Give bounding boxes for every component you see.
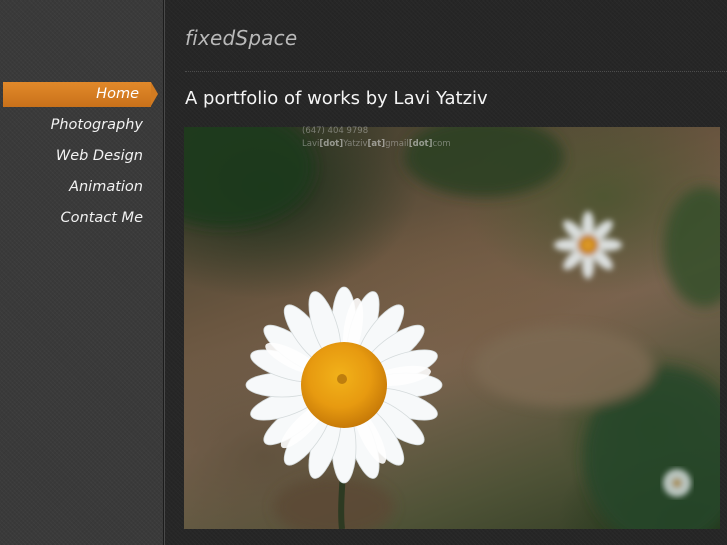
main-nav: Home Photography Web Design Animation Co… — [0, 82, 163, 237]
nav-item-web-design[interactable]: Web Design — [0, 144, 146, 169]
email-part: [dot] — [408, 139, 433, 149]
daisy-illustration — [184, 127, 720, 529]
page-title: A portfolio of works by Lavi Yatziv — [185, 88, 488, 109]
email-part: Yatziv — [343, 139, 368, 149]
sidebar: Home Photography Web Design Animation Co… — [0, 0, 164, 545]
page: Home Photography Web Design Animation Co… — [0, 0, 727, 545]
hero-photo-daisy — [184, 127, 720, 529]
contact-phone: (647) 404 9798 — [302, 126, 369, 136]
email-part: Lavi — [302, 139, 320, 149]
nav-item-home[interactable]: Home — [3, 82, 158, 107]
email-part: [at] — [367, 139, 386, 149]
email-part: gmail — [385, 139, 409, 149]
nav-item-contact-me[interactable]: Contact Me — [0, 206, 146, 231]
nav-item-animation[interactable]: Animation — [0, 175, 146, 200]
contact-email[interactable]: Lavi[dot]Yatziv[at]gmail[dot]com — [302, 138, 451, 151]
nav-item-photography[interactable]: Photography — [0, 113, 146, 138]
site-logo[interactable]: fixedSpace — [185, 26, 297, 50]
email-part: com — [432, 139, 451, 149]
contact-info: (647) 404 9798 Lavi[dot]Yatziv[at]gmail[… — [302, 125, 451, 151]
email-part: [dot] — [319, 139, 344, 149]
header-divider — [185, 71, 727, 72]
